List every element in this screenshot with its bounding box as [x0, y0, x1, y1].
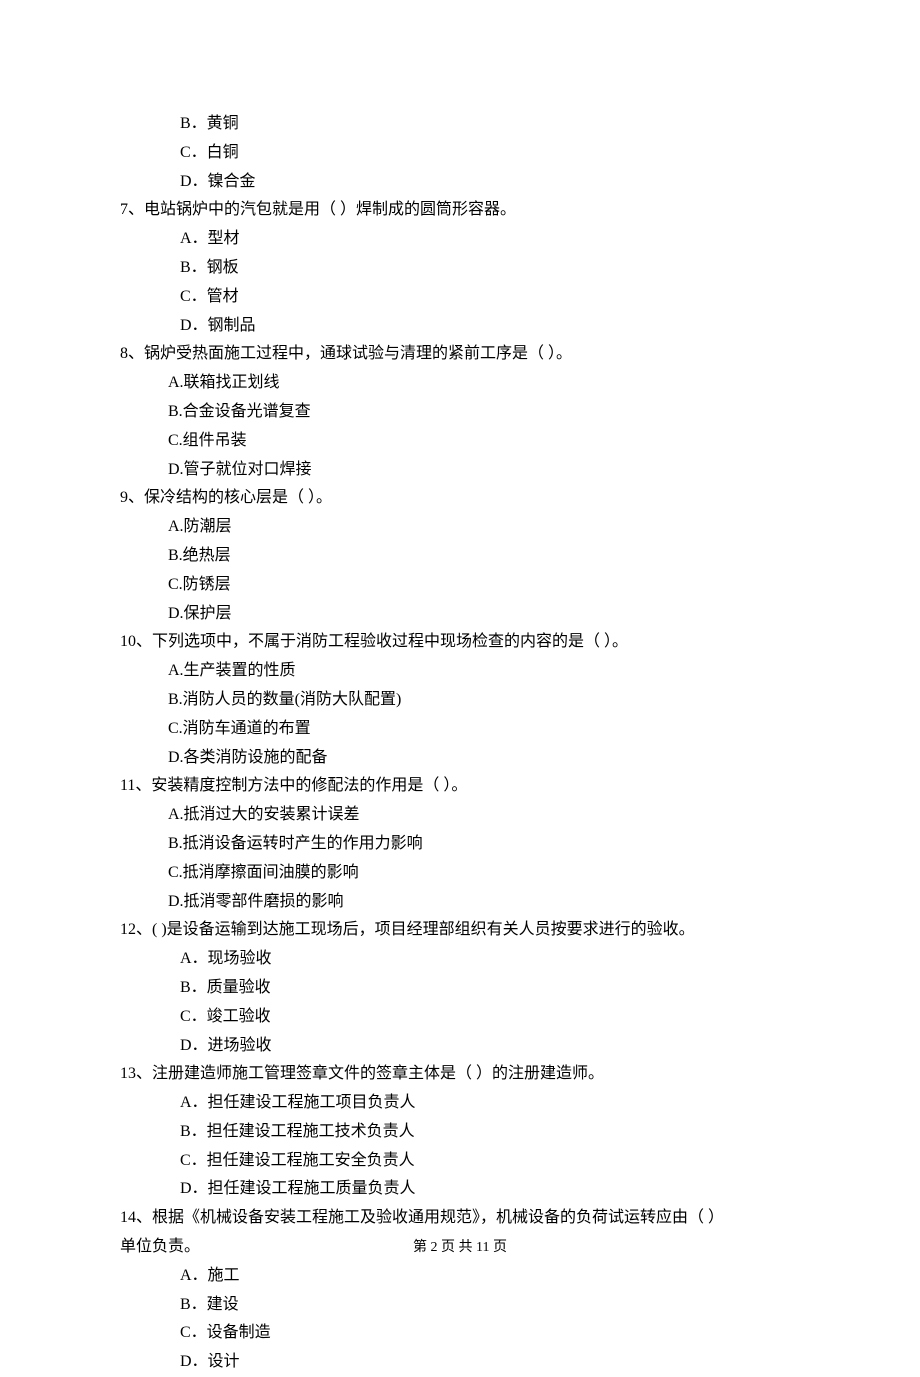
q7-option-b: B．钢板 [120, 254, 800, 283]
q11-option-c: C.抵消摩擦面间油膜的影响 [120, 859, 800, 888]
q12-option-b: B．质量验收 [120, 974, 800, 1003]
q10-option-b: B.消防人员的数量(消防大队配置) [120, 686, 800, 715]
q12-option-a: A．现场验收 [120, 945, 800, 974]
question-12: 12、( )是设备运输到达施工现场后，项目经理部组织有关人员按要求进行的验收。 [120, 916, 800, 945]
prev-option-c: C．白铜 [120, 139, 800, 168]
q9-option-c: C.防锈层 [120, 571, 800, 600]
q12-option-c: C．竣工验收 [120, 1003, 800, 1032]
q14-option-c: C．设备制造 [120, 1319, 800, 1348]
q13-option-b: B．担任建设工程施工技术负责人 [120, 1118, 800, 1147]
q8-option-b: B.合金设备光谱复查 [120, 398, 800, 427]
q7-option-c: C．管材 [120, 283, 800, 312]
document-content: B．黄铜 C．白铜 D．镍合金 7、电站锅炉中的汽包就是用（ ）焊制成的圆筒形容… [120, 110, 800, 1377]
q8-option-a: A.联箱找正划线 [120, 369, 800, 398]
q7-option-d: D．钢制品 [120, 312, 800, 341]
question-13: 13、注册建造师施工管理签章文件的签章主体是（ ）的注册建造师。 [120, 1060, 800, 1089]
question-9: 9、保冷结构的核心层是（ ）。 [120, 484, 800, 513]
q11-option-a: A.抵消过大的安装累计误差 [120, 801, 800, 830]
page-footer: 第 2 页 共 11 页 [0, 1235, 920, 1260]
q10-option-d: D.各类消防设施的配备 [120, 744, 800, 773]
q12-option-d: D．进场验收 [120, 1032, 800, 1061]
question-10: 10、下列选项中，不属于消防工程验收过程中现场检查的内容的是（ ）。 [120, 628, 800, 657]
q11-option-d: D.抵消零部件磨损的影响 [120, 888, 800, 917]
q10-option-c: C.消防车通道的布置 [120, 715, 800, 744]
question-14-line1: 14、根据《机械设备安装工程施工及验收通用规范》，机械设备的负荷试运转应由（ ） [120, 1204, 800, 1233]
q9-option-a: A.防潮层 [120, 513, 800, 542]
prev-option-d: D．镍合金 [120, 168, 800, 197]
q11-option-b: B.抵消设备运转时产生的作用力影响 [120, 830, 800, 859]
q7-option-a: A．型材 [120, 225, 800, 254]
q14-option-d: D．设计 [120, 1348, 800, 1377]
q13-option-a: A．担任建设工程施工项目负责人 [120, 1089, 800, 1118]
question-7: 7、电站锅炉中的汽包就是用（ ）焊制成的圆筒形容器。 [120, 196, 800, 225]
prev-option-b: B．黄铜 [120, 110, 800, 139]
q14-option-a: A．施工 [120, 1262, 800, 1291]
q8-option-d: D.管子就位对口焊接 [120, 456, 800, 485]
q10-option-a: A.生产装置的性质 [120, 657, 800, 686]
q9-option-d: D.保护层 [120, 600, 800, 629]
q9-option-b: B.绝热层 [120, 542, 800, 571]
q14-option-b: B．建设 [120, 1291, 800, 1320]
q13-option-c: C．担任建设工程施工安全负责人 [120, 1147, 800, 1176]
question-11: 11、安装精度控制方法中的修配法的作用是（ ）。 [120, 772, 800, 801]
question-8: 8、锅炉受热面施工过程中，通球试验与清理的紧前工序是（ ）。 [120, 340, 800, 369]
q13-option-d: D．担任建设工程施工质量负责人 [120, 1175, 800, 1204]
q8-option-c: C.组件吊装 [120, 427, 800, 456]
